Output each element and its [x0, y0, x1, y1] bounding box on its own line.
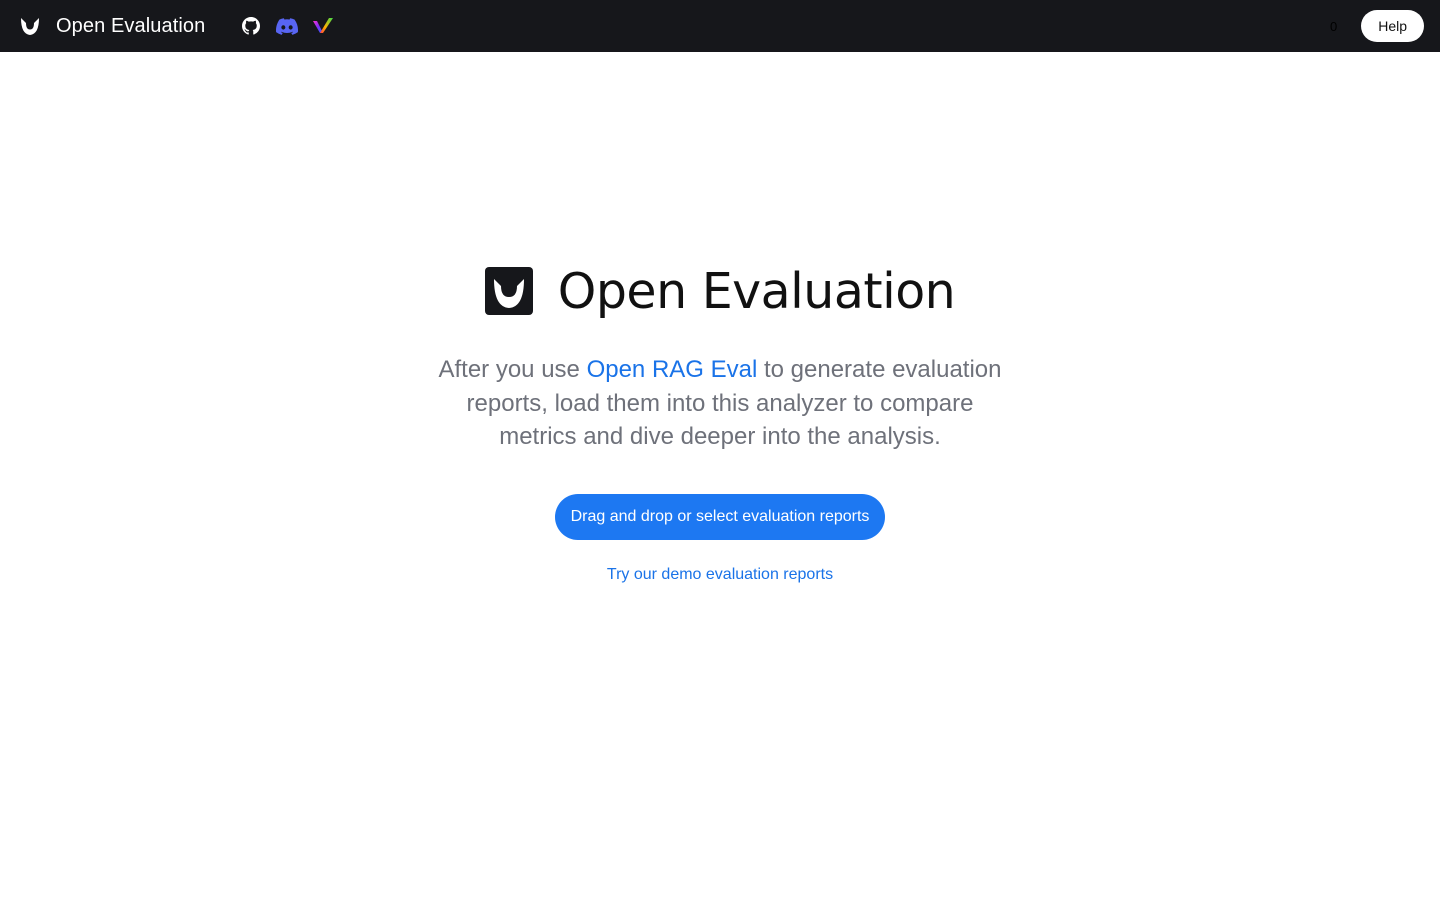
brand-home-link[interactable]: Open Evaluation — [18, 14, 205, 38]
hero-section: Open Evaluation After you use Open RAG E… — [0, 262, 1440, 584]
open-rag-eval-link[interactable]: Open RAG Eval — [587, 356, 758, 383]
open-eval-logo-icon — [484, 267, 533, 315]
demo-reports-link[interactable]: Try our demo evaluation reports — [607, 566, 833, 584]
vectara-icon — [313, 18, 334, 33]
discord-icon — [276, 17, 299, 35]
vectara-link[interactable] — [311, 14, 335, 38]
desc-before-text: After you use — [438, 356, 587, 383]
discord-link[interactable] — [275, 14, 299, 38]
hero-title: Open Evaluation — [557, 262, 956, 320]
social-links — [239, 14, 347, 38]
counter-text: 0 — [1329, 18, 1338, 34]
github-icon — [242, 17, 261, 35]
top-navbar: Open Evaluation 0 Help — [0, 0, 1440, 52]
topbar-right: 0 Help — [1330, 10, 1424, 42]
hero-title-row: Open Evaluation — [484, 262, 956, 320]
hero-description: After you use Open RAG Eval to generate … — [430, 353, 1010, 454]
upload-reports-button[interactable]: Drag and drop or select evaluation repor… — [554, 493, 886, 540]
help-button[interactable]: Help — [1361, 10, 1424, 42]
github-link[interactable] — [239, 14, 263, 38]
open-eval-logo-icon — [21, 18, 39, 35]
brand-title: Open Evaluation — [56, 14, 206, 37]
